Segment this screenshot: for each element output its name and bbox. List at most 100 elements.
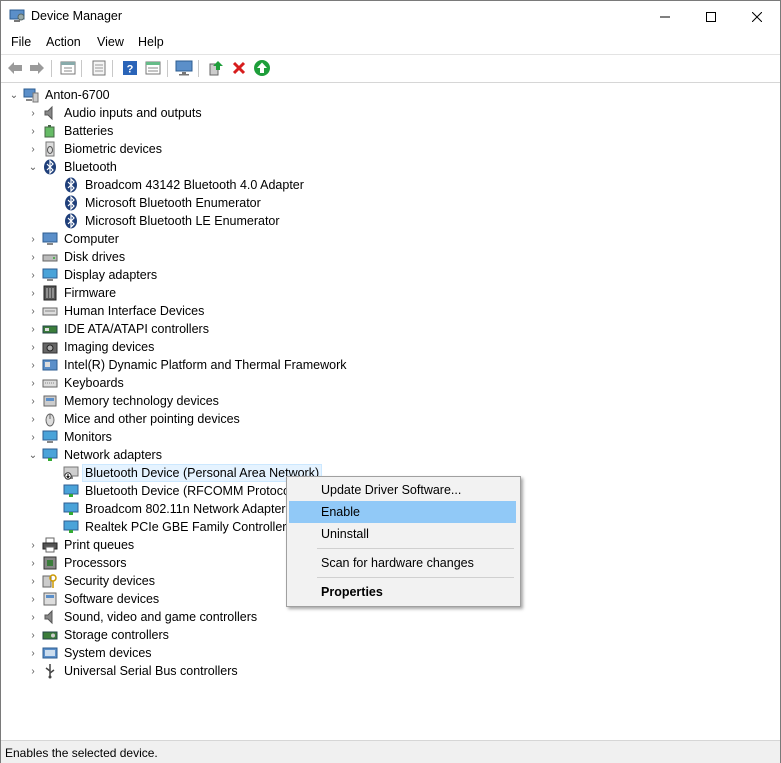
tree-category-computer[interactable]: › Computer (26, 230, 121, 248)
software-icon (42, 591, 58, 607)
bluetooth-icon (42, 159, 58, 175)
expand-icon[interactable]: › (26, 122, 40, 140)
ide-icon (42, 321, 58, 337)
menu-view[interactable]: View (97, 35, 124, 49)
tree-category-monitors[interactable]: › Monitors (26, 428, 114, 446)
enable-arrow-icon[interactable] (253, 59, 271, 77)
expand-icon[interactable]: › (26, 302, 40, 320)
help-icon[interactable]: ? (121, 59, 139, 77)
menu-action[interactable]: Action (46, 35, 81, 49)
display-icon (42, 267, 58, 283)
tree-category-firmware[interactable]: › Firmware (26, 284, 118, 302)
tree-device[interactable]: Microsoft Bluetooth Enumerator (63, 194, 263, 212)
tree-category-print[interactable]: › Print queues (26, 536, 136, 554)
toolbar-separator (198, 60, 199, 77)
minimize-button[interactable] (642, 1, 688, 32)
expand-icon[interactable]: › (26, 410, 40, 428)
maximize-button[interactable] (688, 1, 734, 32)
expand-icon[interactable]: › (26, 284, 40, 302)
tree-category-audio[interactable]: › Audio inputs and outputs (26, 104, 204, 122)
tree-category-network[interactable]: ⌄ Network adapters (26, 446, 164, 464)
tree-category-sound[interactable]: › Sound, video and game controllers (26, 608, 259, 626)
driver-icon[interactable] (90, 59, 108, 77)
monitor-scan-icon[interactable] (175, 59, 193, 77)
tree-device[interactable]: Broadcom 802.11n Network Adapter (63, 500, 288, 518)
collapse-icon[interactable]: ⌄ (7, 86, 21, 104)
action-list-icon[interactable] (144, 59, 162, 77)
menu-scan-hardware[interactable]: Scan for hardware changes (289, 552, 516, 574)
title-bar[interactable]: Device Manager (1, 1, 780, 32)
tree-category-intel-dptf[interactable]: › Intel(R) Dynamic Platform and Thermal … (26, 356, 348, 374)
tree-category-usb[interactable]: › Universal Serial Bus controllers (26, 662, 240, 680)
tree-category-software[interactable]: › Software devices (26, 590, 161, 608)
tree-category-processors[interactable]: › Processors (26, 554, 129, 572)
tree-device[interactable]: Microsoft Bluetooth LE Enumerator (63, 212, 282, 230)
collapse-icon[interactable]: ⌄ (26, 158, 40, 176)
usb-icon (42, 663, 58, 679)
tree-category-storage[interactable]: › Storage controllers (26, 626, 171, 644)
system-icon (42, 645, 58, 661)
expand-icon[interactable]: › (26, 608, 40, 626)
tree-category-security[interactable]: › Security devices (26, 572, 157, 590)
tree-category-biometric[interactable]: › Biometric devices (26, 140, 164, 158)
tree-category-imaging[interactable]: › Imaging devices (26, 338, 156, 356)
expand-icon[interactable]: › (26, 320, 40, 338)
tree-category-keyboards[interactable]: › Keyboards (26, 374, 126, 392)
expand-icon[interactable]: › (26, 554, 40, 572)
tree-device[interactable]: Broadcom 43142 Bluetooth 4.0 Adapter (63, 176, 306, 194)
expand-icon[interactable]: › (26, 374, 40, 392)
close-button[interactable] (734, 1, 780, 32)
tree-category-system[interactable]: › System devices (26, 644, 154, 662)
tree-category-disk[interactable]: › Disk drives (26, 248, 127, 266)
expand-icon[interactable]: › (26, 230, 40, 248)
expand-icon[interactable]: › (26, 266, 40, 284)
expand-icon[interactable]: › (26, 392, 40, 410)
context-menu: Update Driver Software... Enable Uninsta… (286, 476, 521, 607)
toolbar-separator (112, 60, 113, 77)
tree-device[interactable]: Bluetooth Device (RFCOMM Protocol T (63, 482, 306, 500)
expand-icon[interactable]: › (26, 338, 40, 356)
tree-device-selected[interactable]: Bluetooth Device (Personal Area Network) (63, 464, 323, 482)
tree-category-display[interactable]: › Display adapters (26, 266, 159, 284)
tree-category-hid[interactable]: › Human Interface Devices (26, 302, 206, 320)
device-tree: ⌄ Anton-6700 › Audio inputs and outputs … (1, 83, 780, 739)
forward-icon[interactable] (28, 59, 46, 77)
speaker-icon (42, 609, 58, 625)
expand-icon[interactable]: › (26, 626, 40, 644)
back-icon[interactable] (6, 59, 24, 77)
expand-icon[interactable]: › (26, 356, 40, 374)
device-manager-app-icon (9, 9, 25, 23)
chip-icon (42, 357, 58, 373)
menu-bar: File Action View Help (1, 32, 780, 52)
uninstall-x-icon[interactable] (230, 59, 248, 77)
computer-icon (42, 231, 58, 247)
menu-enable[interactable]: Enable (289, 501, 516, 523)
menu-separator (317, 548, 514, 549)
tree-category-bluetooth[interactable]: ⌄ Bluetooth (26, 158, 119, 176)
toolbar-separator (51, 60, 52, 77)
update-driver-icon[interactable] (207, 59, 225, 77)
tree-category-ide[interactable]: › IDE ATA/ATAPI controllers (26, 320, 211, 338)
printer-icon (42, 537, 58, 553)
menu-help[interactable]: Help (138, 35, 164, 49)
properties-sheet-icon[interactable] (59, 59, 77, 77)
menu-properties[interactable]: Properties (289, 581, 516, 603)
tree-device[interactable]: Realtek PCIe GBE Family Controller (63, 518, 288, 536)
expand-icon[interactable]: › (26, 590, 40, 608)
tree-category-memory[interactable]: › Memory technology devices (26, 392, 221, 410)
expand-icon[interactable]: › (26, 644, 40, 662)
expand-icon[interactable]: › (26, 104, 40, 122)
expand-icon[interactable]: › (26, 572, 40, 590)
expand-icon[interactable]: › (26, 140, 40, 158)
tree-category-mice[interactable]: › Mice and other pointing devices (26, 410, 242, 428)
tree-root[interactable]: ⌄ Anton-6700 (7, 86, 112, 104)
tree-category-batteries[interactable]: › Batteries (26, 122, 115, 140)
expand-icon[interactable]: › (26, 428, 40, 446)
menu-update-driver[interactable]: Update Driver Software... (289, 479, 516, 501)
collapse-icon[interactable]: ⌄ (26, 446, 40, 464)
expand-icon[interactable]: › (26, 536, 40, 554)
menu-uninstall[interactable]: Uninstall (289, 523, 516, 545)
menu-file[interactable]: File (11, 35, 31, 49)
expand-icon[interactable]: › (26, 248, 40, 266)
expand-icon[interactable]: › (26, 662, 40, 680)
